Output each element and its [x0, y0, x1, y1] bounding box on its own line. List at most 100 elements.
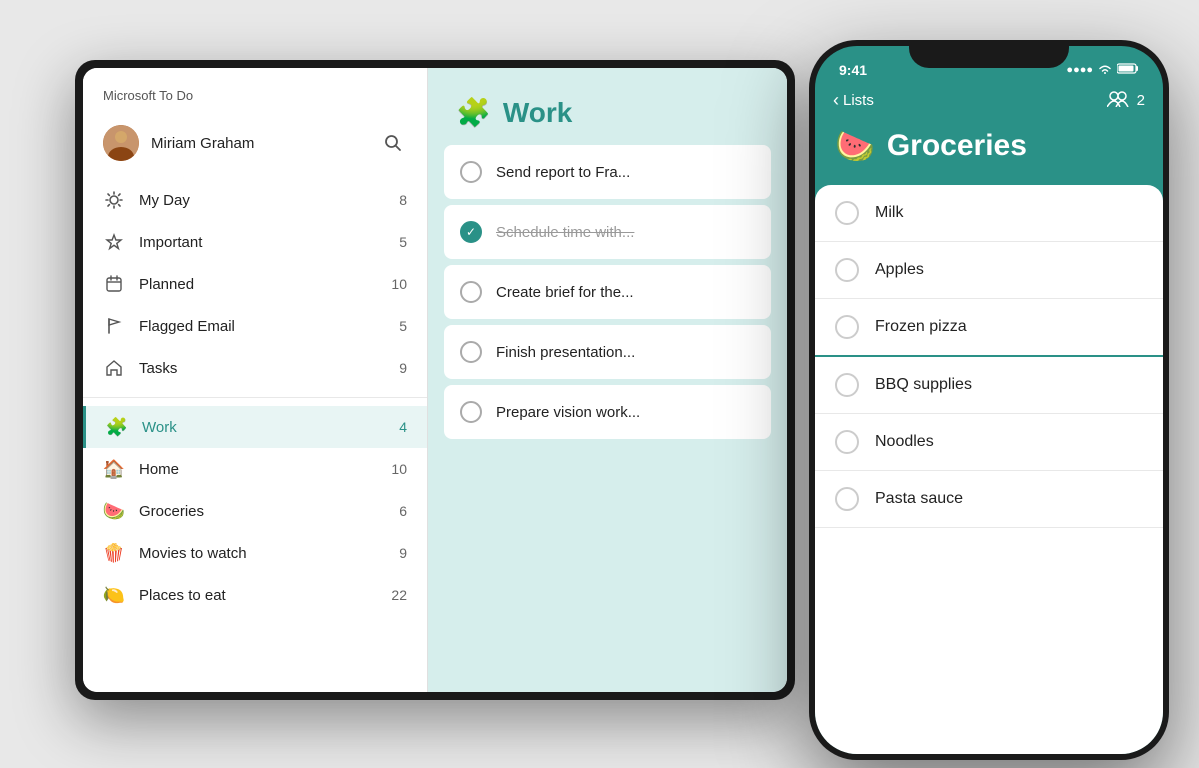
task-item[interactable]: Finish presentation... [444, 325, 771, 379]
grocery-checkbox[interactable] [835, 258, 859, 282]
grocery-text: Pasta sauce [875, 490, 963, 508]
task-item[interactable]: Prepare vision work... [444, 385, 771, 439]
back-label: Lists [843, 92, 874, 109]
sidebar-item-movies[interactable]: 🍿 Movies to watch 9 [83, 532, 427, 574]
grocery-text: BBQ supplies [875, 376, 972, 394]
grocery-item[interactable]: Pasta sauce [815, 471, 1163, 528]
tasks-label: Tasks [139, 360, 391, 377]
star-icon [103, 231, 125, 253]
app-title: Microsoft To Do [83, 68, 427, 115]
back-button[interactable]: ‹ Lists [833, 90, 874, 111]
grocery-item[interactable]: BBQ supplies [815, 357, 1163, 414]
avatar [103, 125, 139, 161]
wifi-icon [1098, 63, 1112, 78]
movies-emoji-icon: 🍿 [103, 542, 125, 564]
grocery-item[interactable]: Frozen pizza [815, 299, 1163, 357]
groceries-list-label: Groceries [139, 503, 391, 520]
work-count: 4 [399, 419, 407, 435]
people-count: 2 [1137, 92, 1145, 109]
user-name: Miriam Graham [151, 135, 379, 152]
task-text: Create brief for the... [496, 284, 755, 301]
task-item[interactable]: Create brief for the... [444, 265, 771, 319]
calendar-icon [103, 273, 125, 295]
planned-label: Planned [139, 276, 383, 293]
groceries-emoji-icon: 🍉 [103, 500, 125, 522]
phone-tasks-list: Milk Apples Frozen pizza BBQ supplies No… [815, 185, 1163, 754]
work-emoji-icon: 🧩 [106, 416, 128, 438]
list-header: 🧩 Work [428, 68, 787, 145]
places-count: 22 [391, 587, 407, 603]
flagged-email-label: Flagged Email [139, 318, 391, 335]
sidebar-nav: My Day 8 Important 5 [83, 179, 427, 692]
sidebar-item-places[interactable]: 🍋 Places to eat 22 [83, 574, 427, 616]
main-content: 🧩 Work Send report to Fra... ✓ Schedule … [428, 68, 787, 692]
task-text: Finish presentation... [496, 344, 755, 361]
task-text: Prepare vision work... [496, 404, 755, 421]
task-checkbox[interactable] [460, 341, 482, 363]
home-list-emoji-icon: 🏠 [103, 458, 125, 480]
sun-icon [103, 189, 125, 211]
groceries-list-count: 6 [399, 503, 407, 519]
sidebar-item-tasks[interactable]: Tasks 9 [83, 347, 427, 389]
status-icons: ●●●● [1066, 63, 1139, 78]
work-label: Work [142, 419, 391, 436]
task-item[interactable]: Send report to Fra... [444, 145, 771, 199]
grocery-item[interactable]: Noodles [815, 414, 1163, 471]
groceries-emoji: 🍉 [835, 127, 875, 165]
important-label: Important [139, 234, 391, 251]
sidebar-item-my-day[interactable]: My Day 8 [83, 179, 427, 221]
flagged-email-count: 5 [399, 318, 407, 334]
sidebar: Microsoft To Do Miriam Graham [83, 68, 428, 692]
important-count: 5 [399, 234, 407, 250]
task-text-completed: Schedule time with... [496, 224, 755, 241]
tasks-count: 9 [399, 360, 407, 376]
my-day-count: 8 [399, 192, 407, 208]
back-arrow-icon: ‹ [833, 90, 839, 111]
sidebar-item-home[interactable]: 🏠 Home 10 [83, 448, 427, 490]
phone-notch [909, 40, 1069, 68]
sidebar-item-important[interactable]: Important 5 [83, 221, 427, 263]
tablet-screen: Microsoft To Do Miriam Graham [83, 68, 787, 692]
grocery-checkbox[interactable] [835, 315, 859, 339]
grocery-checkbox[interactable] [835, 373, 859, 397]
people-icon [1107, 91, 1129, 111]
grocery-text: Noodles [875, 433, 934, 451]
phone-header: ‹ Lists 2 [815, 82, 1163, 123]
groceries-title: Groceries [887, 129, 1027, 163]
sidebar-item-groceries[interactable]: 🍉 Groceries 6 [83, 490, 427, 532]
grocery-checkbox[interactable] [835, 487, 859, 511]
tasks-list: Send report to Fra... ✓ Schedule time wi… [428, 145, 787, 692]
home-list-label: Home [139, 461, 383, 478]
grocery-checkbox[interactable] [835, 201, 859, 225]
search-button[interactable] [379, 129, 407, 157]
home-icon [103, 357, 125, 379]
phone-list-header: 🍉 Groceries [815, 123, 1163, 185]
sidebar-item-work[interactable]: 🧩 Work 4 [83, 406, 427, 448]
list-title: Work [503, 97, 573, 129]
places-emoji-icon: 🍋 [103, 584, 125, 606]
phone-screen: 9:41 ●●●● [815, 46, 1163, 754]
grocery-item[interactable]: Apples [815, 242, 1163, 299]
user-profile[interactable]: Miriam Graham [83, 115, 427, 171]
task-checkbox[interactable] [460, 401, 482, 423]
task-checkbox[interactable] [460, 281, 482, 303]
phone-device: 9:41 ●●●● [809, 40, 1169, 760]
phone-header-actions: 2 [1107, 91, 1145, 111]
sidebar-divider [83, 397, 427, 398]
movies-count: 9 [399, 545, 407, 561]
grocery-text: Apples [875, 261, 924, 279]
grocery-item[interactable]: Milk [815, 185, 1163, 242]
my-day-label: My Day [139, 192, 391, 209]
grocery-checkbox[interactable] [835, 430, 859, 454]
places-label: Places to eat [139, 587, 383, 604]
signal-icon: ●●●● [1066, 64, 1093, 76]
list-emoji: 🧩 [456, 96, 491, 129]
phone-time: 9:41 [839, 62, 867, 78]
sidebar-item-planned[interactable]: Planned 10 [83, 263, 427, 305]
task-checkbox[interactable] [460, 161, 482, 183]
home-list-count: 10 [391, 461, 407, 477]
task-checkbox-checked[interactable]: ✓ [460, 221, 482, 243]
task-item[interactable]: ✓ Schedule time with... [444, 205, 771, 259]
battery-icon [1117, 63, 1139, 77]
sidebar-item-flagged-email[interactable]: Flagged Email 5 [83, 305, 427, 347]
